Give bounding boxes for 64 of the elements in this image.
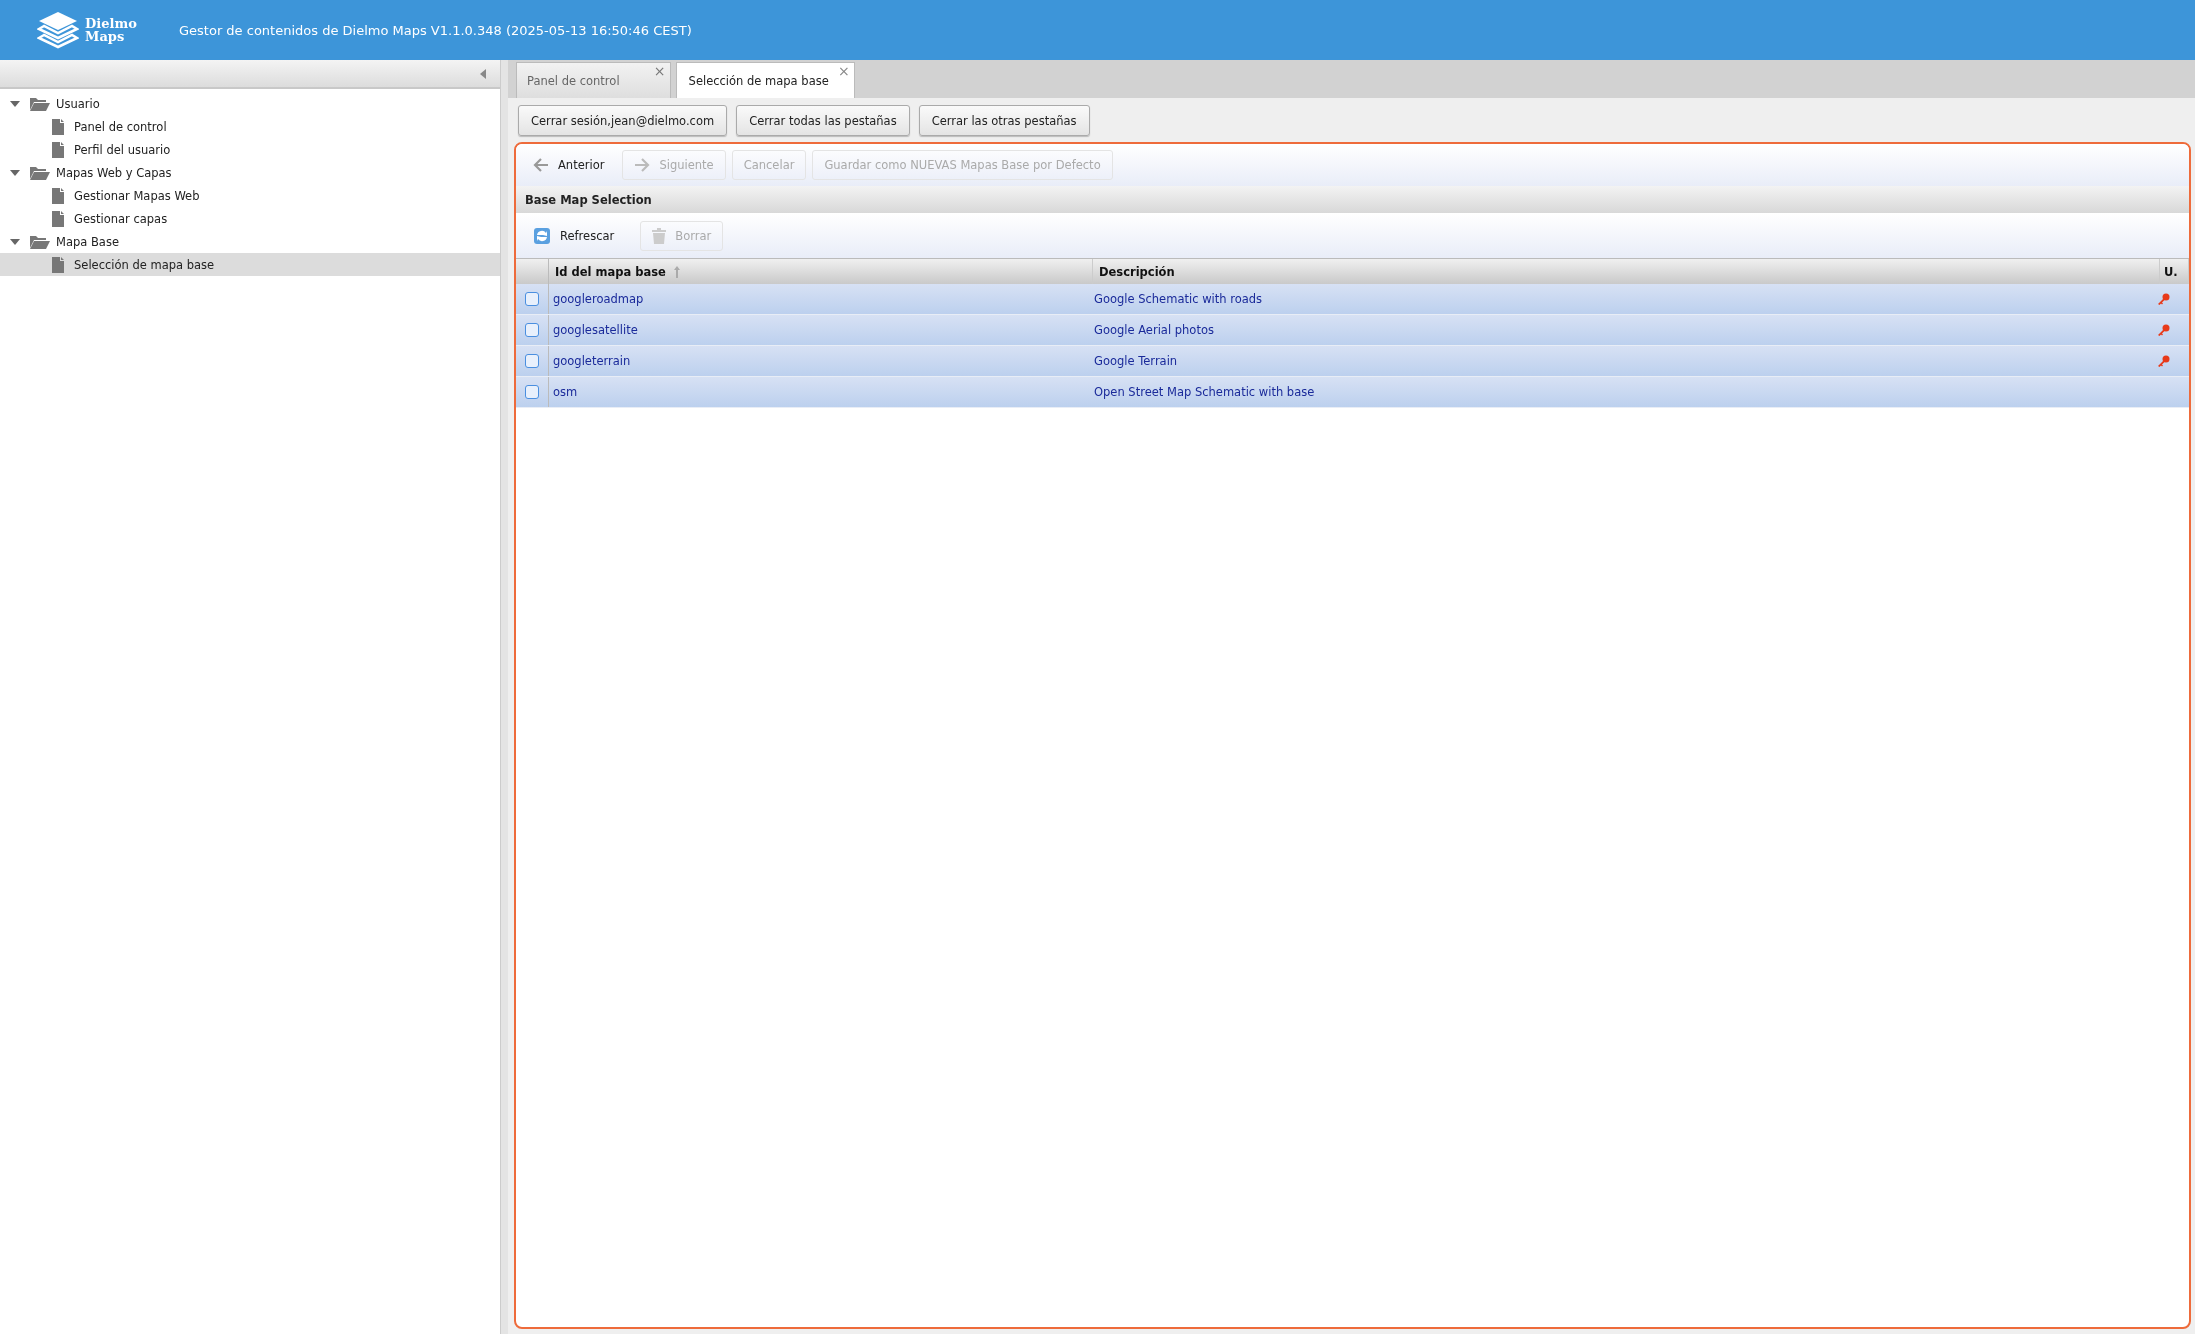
folder-icon — [30, 96, 50, 111]
session-button[interactable]: Cerrar sesión,jean@dielmo.com — [518, 105, 728, 136]
folder-label: Mapas Web y Capas — [56, 165, 172, 180]
checkbox[interactable] — [525, 354, 539, 368]
checkbox[interactable] — [525, 323, 539, 337]
table-cell-text: Open Street Map Schematic with base — [1093, 384, 1316, 401]
folder-label: Mapa Base — [56, 234, 119, 249]
table-row[interactable]: googleterrain Google Terrain — [516, 346, 2189, 377]
item-label: Gestionar Mapas Web — [74, 188, 200, 203]
table-cell-text: googlesatellite — [552, 322, 639, 339]
document-icon — [52, 141, 64, 158]
trash-icon — [652, 227, 667, 244]
document-icon — [52, 118, 64, 135]
document-icon — [52, 210, 64, 227]
tree-item[interactable]: Selección de mapa base — [0, 253, 500, 276]
panel-title: Base Map Selection — [516, 186, 2189, 213]
table-row[interactable]: googlesatellite Google Aerial photos — [516, 315, 2189, 346]
table-cell-text: googleterrain — [552, 353, 632, 370]
folder-label: Usuario — [56, 96, 100, 111]
tab-label: Panel de control — [527, 73, 620, 88]
item-label: Panel de control — [74, 119, 167, 134]
checkbox[interactable] — [525, 292, 539, 306]
tab-label: Selección de mapa base — [688, 73, 829, 88]
tree-item[interactable]: Gestionar capas — [0, 207, 500, 230]
stacked-layers-icon — [37, 11, 79, 49]
folder-icon — [30, 165, 50, 180]
expand-arrow-icon[interactable] — [10, 167, 20, 178]
toolbar-button[interactable]: Anterior — [526, 150, 617, 180]
document-icon — [52, 187, 64, 204]
right-arrow-icon — [634, 158, 651, 172]
tree-folder[interactable]: Mapa Base — [0, 230, 500, 253]
app-title: Gestor de contenidos de Dielmo Maps V1.1.0.348 (2025-05-13 16:50:46 CEST) — [179, 22, 692, 38]
left-arrow-icon — [533, 158, 549, 172]
session-button[interactable]: Cerrar las otras pestañas — [918, 105, 1090, 136]
session-button[interactable]: Cerrar todas las pestañas — [736, 105, 910, 136]
refresh-icon — [533, 226, 551, 245]
table-cell-text: osm — [552, 384, 579, 401]
folder-icon — [30, 234, 50, 249]
close-icon[interactable]: × — [653, 64, 666, 78]
tab[interactable]: Panel de control × — [516, 62, 671, 98]
table-cell-text: Google Terrain — [1093, 353, 1179, 370]
expand-arrow-icon[interactable] — [10, 98, 20, 109]
table-cell-text: Google Schematic with roads — [1093, 291, 1264, 308]
tree-item[interactable]: Perfil del usuario — [0, 138, 500, 161]
table-row[interactable]: osm Open Street Map Schematic with base — [516, 377, 2189, 408]
document-icon — [52, 256, 64, 273]
tab[interactable]: Selección de mapa base × — [675, 62, 855, 98]
item-label: Selección de mapa base — [74, 257, 215, 272]
collapse-icon[interactable] — [480, 68, 486, 79]
table-cell-text: googleroadmap — [552, 291, 645, 308]
tree-item[interactable]: Panel de control — [0, 115, 500, 138]
item-label: Perfil del usuario — [74, 142, 171, 157]
expand-arrow-icon[interactable] — [10, 236, 20, 247]
close-icon[interactable]: × — [838, 64, 850, 78]
tree-folder[interactable]: Usuario — [0, 92, 500, 115]
checkbox[interactable] — [525, 385, 539, 399]
tree-item[interactable]: Gestionar Mapas Web — [0, 184, 500, 207]
sort-arrow-icon — [673, 265, 680, 278]
item-label: Gestionar capas — [74, 211, 168, 226]
toolbar-button[interactable]: Refrescar — [526, 220, 627, 251]
logo-text: Dielmo Maps — [85, 17, 137, 43]
table-cell-text: Google Aerial photos — [1093, 322, 1215, 339]
tree-folder[interactable]: Mapas Web y Capas — [0, 161, 500, 184]
table-row[interactable]: googleroadmap Google Schematic with roads — [516, 284, 2189, 315]
